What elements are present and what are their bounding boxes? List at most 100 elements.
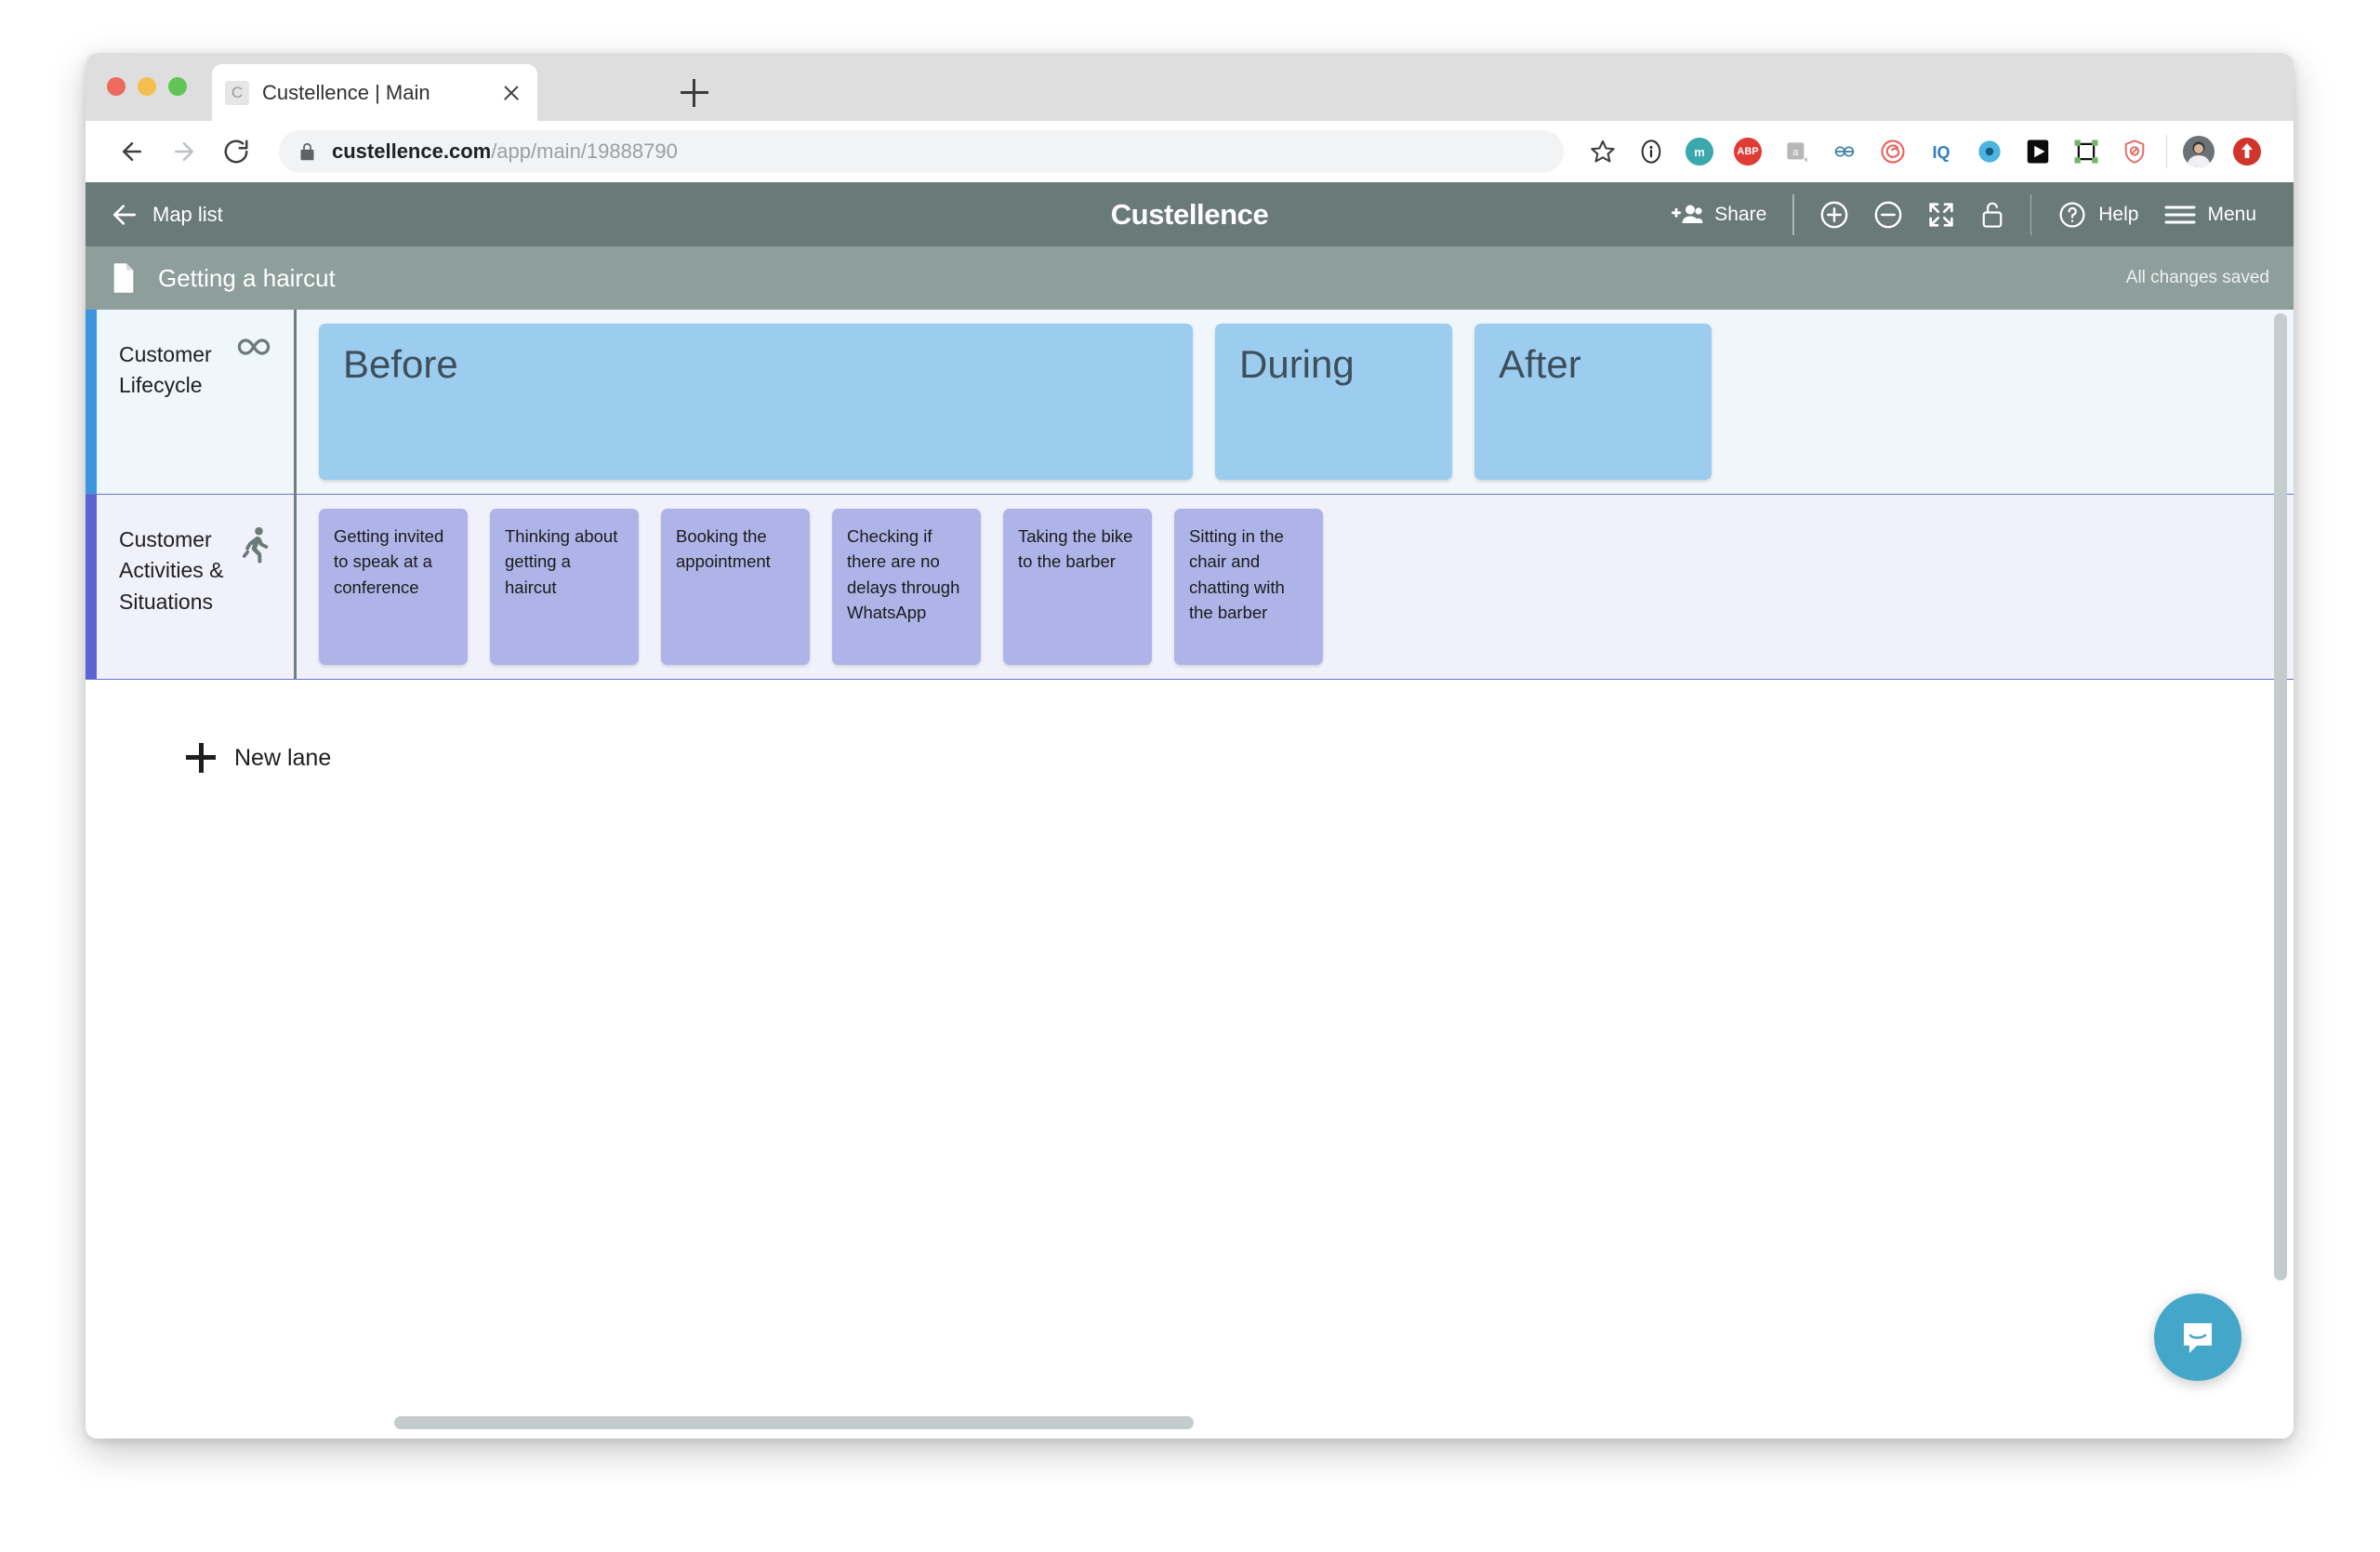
phase-label: After [1499, 342, 1581, 386]
spiral-extension-icon[interactable] [1869, 130, 1917, 173]
document-icon [113, 263, 134, 293]
intercom-chat-button[interactable] [2154, 1293, 2241, 1381]
reload-icon[interactable] [216, 131, 257, 172]
svg-text:IQ: IQ [1932, 143, 1950, 162]
zoom-in-button[interactable] [1807, 199, 1861, 231]
browser-tab[interactable]: C Custellence | Main [212, 64, 537, 121]
zoom-in-icon [1820, 201, 1848, 228]
lane-title: Customer Activities & Situations [119, 527, 224, 614]
play-extension-icon[interactable] [2014, 130, 2062, 173]
share-button[interactable]: Share [1659, 202, 1779, 228]
opera-extension-icon[interactable] [2223, 130, 2271, 173]
lane-accent-bar [86, 310, 97, 494]
help-label: Help [2098, 203, 2139, 225]
map-title-bar: Getting a haircut All changes saved [86, 246, 2294, 310]
iq-extension-icon[interactable]: IQ [1917, 130, 1965, 173]
lane-list: Customer Lifecycle Before During After C… [86, 310, 2294, 680]
lane-header-customer-lifecycle[interactable]: Customer Lifecycle [97, 310, 294, 494]
activity-card[interactable]: Thinking about getting a haircut [490, 509, 639, 665]
grammarly-extension-icon[interactable]: a [1772, 130, 1820, 173]
toolbar-divider-2 [2030, 193, 2032, 235]
horizontal-scrollbar-thumb[interactable] [394, 1416, 1194, 1429]
vertical-scrollbar[interactable] [2272, 310, 2289, 1439]
activity-label: Checking if there are no delays through … [847, 526, 960, 623]
add-person-icon [1672, 205, 1703, 223]
lock-button[interactable] [1967, 200, 2017, 230]
extensions-divider [2166, 135, 2167, 168]
browser-window: C Custellence | Main custellence.com/app… [86, 53, 2294, 1439]
lock-icon [300, 142, 314, 160]
browser-tab-strip: C Custellence | Main [86, 53, 2294, 121]
activity-card[interactable]: Booking the appointment [661, 509, 810, 665]
map-canvas: Customer Lifecycle Before During After C… [86, 310, 2294, 1439]
new-tab-button[interactable] [681, 79, 708, 107]
lane-body-customer-activities: Getting invited to speak at a conference… [297, 495, 2294, 679]
fullscreen-icon [1929, 202, 1953, 227]
shield-block-icon[interactable] [2110, 130, 2159, 173]
crop-extension-icon[interactable] [2062, 130, 2110, 173]
phase-card-during[interactable]: During [1215, 324, 1452, 480]
custellence-app: Map list Custellence Share Help Menu Get… [86, 182, 2294, 1439]
url-path: /app/main/19888790 [491, 139, 678, 163]
lane-customer-activities: Customer Activities & Situations Getting… [86, 495, 2294, 680]
menu-button[interactable]: Menu [2151, 203, 2269, 227]
new-lane-label: New lane [234, 744, 332, 771]
zoom-out-button[interactable] [1861, 199, 1915, 231]
running-person-icon [240, 526, 270, 568]
phase-card-after[interactable]: After [1474, 324, 1712, 480]
horizontal-scrollbar[interactable] [86, 1414, 2294, 1431]
mendeley-extension-icon[interactable]: m [1675, 130, 1724, 173]
map-title[interactable]: Getting a haircut [158, 264, 336, 293]
eye-extension-icon[interactable] [1965, 130, 2014, 173]
browser-url-bar: custellence.com/app/main/19888790 m ABP … [86, 121, 2294, 182]
fullscreen-button[interactable] [1915, 200, 1967, 230]
activity-label: Booking the appointment [676, 526, 771, 572]
map-list-label: Map list [152, 202, 223, 226]
phase-card-before[interactable]: Before [319, 324, 1193, 480]
app-toolbar-actions: Share Help Menu [1659, 193, 2294, 235]
activity-label: Getting invited to speak at a conference [334, 526, 444, 597]
help-circle-icon [2059, 201, 2085, 228]
lane-header-customer-activities[interactable]: Customer Activities & Situations [97, 495, 294, 679]
adblock-plus-icon[interactable]: ABP [1724, 130, 1772, 173]
unlock-icon [1982, 202, 2003, 228]
phase-label: Before [343, 342, 458, 386]
activity-label: Taking the bike to the barber [1018, 526, 1133, 572]
close-tab-icon[interactable] [498, 80, 524, 106]
profile-avatar[interactable] [2175, 130, 2223, 173]
close-window-button[interactable] [107, 77, 126, 96]
custellence-favicon: C [225, 80, 249, 105]
lane-body-customer-lifecycle: Before During After [297, 310, 2294, 494]
activity-card[interactable]: Sitting in the chair and chatting with t… [1174, 509, 1323, 665]
new-lane-button[interactable]: New lane [186, 743, 331, 773]
activity-card[interactable]: Checking if there are no delays through … [832, 509, 981, 665]
arrow-left-icon [113, 204, 136, 225]
help-button[interactable]: Help [2044, 200, 2151, 230]
vertical-scrollbar-thumb[interactable] [2274, 313, 2287, 1280]
hamburger-menu-icon [2164, 206, 2196, 223]
info-circle-icon[interactable] [1627, 130, 1675, 173]
tab-title: Custellence | Main [262, 80, 430, 104]
forward-icon[interactable] [164, 131, 205, 172]
menu-label: Menu [2207, 203, 2256, 225]
activity-label: Sitting in the chair and chatting with t… [1189, 526, 1285, 623]
url-domain: custellence.com [332, 139, 492, 163]
extensions-tray: m ABP a IQ [1579, 130, 2271, 173]
address-bar[interactable]: custellence.com/app/main/19888790 [279, 130, 1564, 173]
activity-card[interactable]: Taking the bike to the barber [1003, 509, 1152, 665]
canvas-empty-area: New lane [86, 680, 2294, 1439]
toolbar-divider-1 [1792, 193, 1794, 235]
infinity-icon [234, 334, 273, 365]
svg-text:a: a [1792, 146, 1799, 157]
lane-accent-bar [86, 495, 97, 679]
save-status: All changes saved [2125, 268, 2269, 287]
maximize-window-button[interactable] [168, 77, 187, 96]
minimize-window-button[interactable] [138, 77, 156, 96]
activity-card[interactable]: Getting invited to speak at a conference [319, 509, 468, 665]
link-extension-icon[interactable] [1820, 130, 1869, 173]
back-icon[interactable] [112, 131, 152, 172]
map-list-back-button[interactable]: Map list [110, 200, 223, 230]
app-toolbar: Map list Custellence Share Help Menu [86, 182, 2294, 246]
bookmark-star-icon[interactable] [1579, 130, 1627, 173]
window-controls [107, 77, 187, 96]
